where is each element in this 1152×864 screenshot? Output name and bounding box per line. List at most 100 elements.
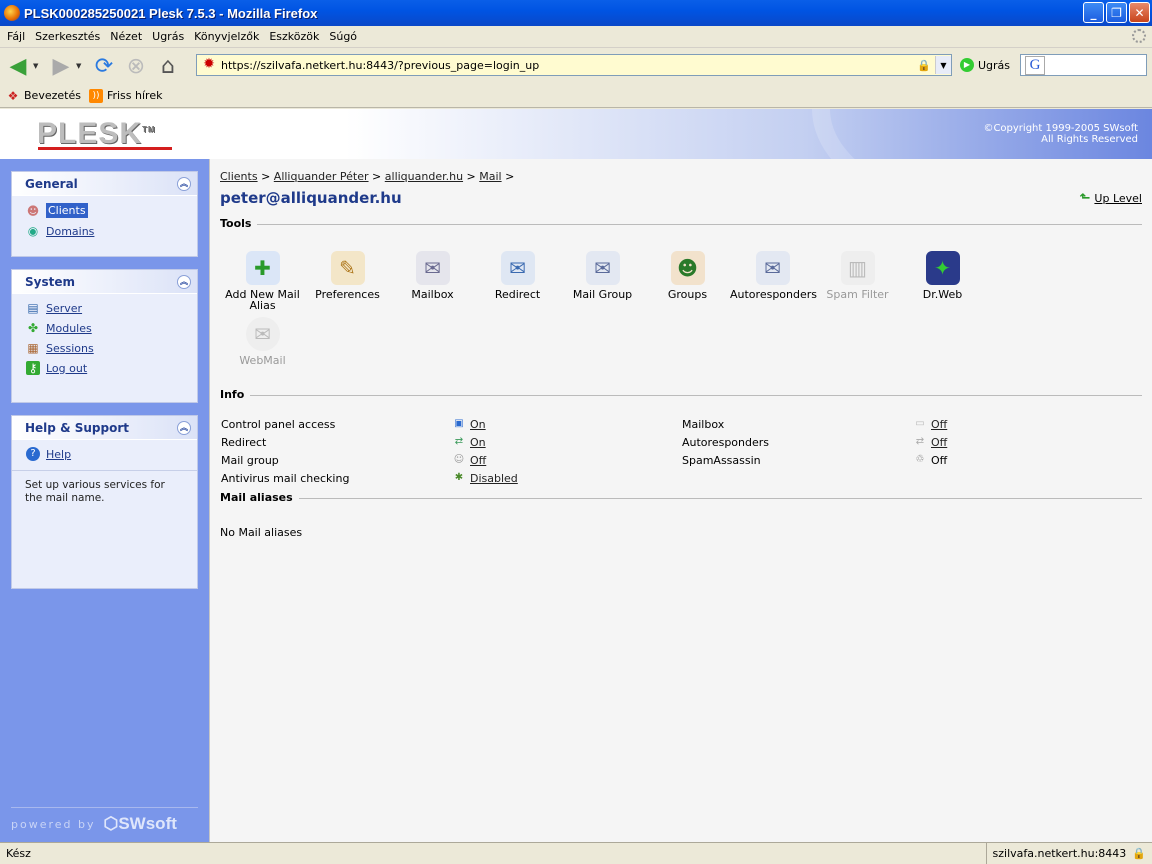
firefox-icon: ❖ bbox=[7, 88, 19, 103]
menu-file[interactable]: Fájl bbox=[2, 30, 30, 43]
bookmark-label: Bevezetés bbox=[24, 89, 81, 102]
tool-autoresponders[interactable]: ✉ Autoresponders bbox=[730, 251, 817, 300]
info-value[interactable]: ▭ Off bbox=[913, 417, 947, 431]
autoresponders-icon: ⇄ bbox=[915, 436, 925, 447]
webmail-icon: ✉ bbox=[245, 317, 280, 351]
back-icon[interactable]: ◀ bbox=[4, 52, 32, 80]
drweb-icon: ✦ bbox=[925, 251, 960, 285]
tool-mail-group[interactable]: ✉ Mail Group bbox=[560, 251, 645, 300]
tool-redirect[interactable]: ✉ Redirect bbox=[475, 251, 560, 300]
sidebar-item-server[interactable]: ▤ Server bbox=[12, 298, 197, 318]
menu-go[interactable]: Ugrás bbox=[147, 30, 189, 43]
help-icon: ? bbox=[26, 447, 40, 461]
add-alias-icon: ✚ bbox=[245, 251, 280, 285]
reload-icon[interactable]: ⟳ bbox=[90, 52, 118, 80]
throbber-icon bbox=[1132, 29, 1146, 43]
info-label: Mail group bbox=[221, 454, 279, 467]
minimize-button[interactable]: _ bbox=[1083, 2, 1104, 23]
mailbox-icon: ✉ bbox=[415, 251, 450, 285]
info-value[interactable]: ▣ On bbox=[452, 417, 485, 431]
tool-groups[interactable]: ☻ Groups bbox=[645, 251, 730, 300]
back-dropdown-icon[interactable]: ▼ bbox=[33, 62, 43, 70]
sidebar-item-modules[interactable]: ✤ Modules bbox=[12, 318, 197, 338]
up-level-button[interactable]: ⬑ Up Level bbox=[1080, 191, 1142, 206]
sidebar-item-clients[interactable]: ☻ Clients bbox=[12, 200, 197, 221]
tool-preferences[interactable]: ✎ Preferences bbox=[305, 251, 390, 300]
site-icon: ✹ bbox=[203, 56, 215, 72]
info-section: Info bbox=[220, 388, 1142, 401]
forward-icon[interactable]: ▶ bbox=[47, 52, 75, 80]
google-icon[interactable]: G bbox=[1025, 55, 1045, 75]
window-titlebar: PLSK000285250021 Plesk 7.5.3 - Mozilla F… bbox=[0, 0, 1152, 26]
breadcrumb-client[interactable]: Alliquander Péter bbox=[274, 170, 369, 183]
autoresponders-icon: ✉ bbox=[755, 251, 790, 285]
tool-drweb[interactable]: ✦ Dr.Web bbox=[900, 251, 985, 300]
panel-title: General bbox=[25, 176, 78, 191]
search-input[interactable]: G bbox=[1020, 54, 1147, 76]
collapse-icon[interactable]: ︽ bbox=[177, 274, 191, 289]
stop-icon[interactable]: ⊗ bbox=[122, 52, 150, 80]
domains-icon: ◉ bbox=[27, 224, 39, 238]
sidebar-item-sessions[interactable]: ▦ Sessions bbox=[12, 338, 197, 358]
info-value[interactable]: ⇄ On bbox=[452, 435, 486, 449]
up-arrow-icon: ⬑ bbox=[1079, 191, 1091, 206]
close-button[interactable]: ✕ bbox=[1129, 2, 1150, 23]
groups-icon: ☻ bbox=[670, 251, 705, 285]
url-dropdown-icon[interactable]: ▼ bbox=[935, 56, 951, 74]
info-value[interactable]: ⇄ Off bbox=[913, 435, 947, 449]
address-bar[interactable]: ✹ https://szilvafa.netkert.hu:8443/?prev… bbox=[196, 54, 952, 76]
info-label: Antivirus mail checking bbox=[221, 472, 350, 485]
logo-underline bbox=[38, 147, 172, 150]
tool-mailbox[interactable]: ✉ Mailbox bbox=[390, 251, 475, 300]
panel-title: System bbox=[25, 274, 75, 289]
panel-title: Help & Support bbox=[25, 420, 129, 435]
info-label: SpamAssassin bbox=[682, 454, 761, 467]
bookmarks-toolbar: ❖ Bevezetés )) Friss hírek bbox=[0, 84, 1152, 108]
system-panel: System ︽ ▤ Server ✤ Modules ▦ Sessions ⚷ Log … bbox=[11, 269, 198, 403]
sidebar-item-domains[interactable]: ◉ Domains bbox=[12, 221, 197, 241]
help-panel: Help & Support ︽ ? Help Set up various ser… bbox=[11, 415, 198, 589]
info-value[interactable]: ☺ Off bbox=[452, 453, 486, 467]
help-text: Set up various services for the mail nam… bbox=[12, 470, 197, 513]
collapse-icon[interactable]: ︽ bbox=[177, 420, 191, 435]
menu-view[interactable]: Nézet bbox=[105, 30, 147, 43]
menu-edit[interactable]: Szerkesztés bbox=[30, 30, 105, 43]
lock-icon[interactable]: 🔒 bbox=[1132, 847, 1146, 860]
clients-icon: ☻ bbox=[26, 203, 40, 218]
menu-tools[interactable]: Eszközök bbox=[264, 30, 324, 43]
sidebar-item-logout[interactable]: ⚷ Log out bbox=[12, 358, 197, 378]
menu-bookmarks[interactable]: Könyvjelzők bbox=[189, 30, 264, 43]
tool-spam-filter: ▥ Spam Filter bbox=[815, 251, 900, 300]
spam-filter-icon: ▥ bbox=[840, 251, 875, 285]
bookmark-bevezetes[interactable]: ❖ Bevezetés bbox=[6, 89, 81, 103]
copyright: ©Copyright 1999-2005 SWsoft All Rights R… bbox=[983, 123, 1138, 145]
redirect-icon: ✉ bbox=[500, 251, 535, 285]
forward-dropdown-icon[interactable]: ▼ bbox=[76, 62, 86, 70]
menu-help[interactable]: Súgó bbox=[324, 30, 362, 43]
window-title: PLSK000285250021 Plesk 7.5.3 - Mozilla F… bbox=[24, 5, 318, 21]
plesk-logo: PLESKTM bbox=[37, 117, 156, 150]
maximize-button[interactable]: ❐ bbox=[1106, 2, 1127, 23]
spamassassin-icon: ♲ bbox=[915, 454, 925, 465]
general-panel: General ︽ ☻ Clients ◉ Domains bbox=[11, 171, 198, 257]
rss-icon: )) bbox=[88, 88, 103, 103]
status-text: Kész bbox=[6, 847, 31, 860]
bookmark-friss-hirek[interactable]: )) Friss hírek bbox=[88, 88, 162, 103]
go-button[interactable]: ▶ Ugrás bbox=[960, 58, 1010, 72]
plesk-header: PLESKTM ©Copyright 1999-2005 SWsoft All … bbox=[0, 109, 1152, 159]
tools-section: Tools bbox=[220, 217, 1142, 230]
collapse-icon[interactable]: ︽ bbox=[177, 176, 191, 191]
tool-add-mail-alias[interactable]: ✚ Add New Mail Alias bbox=[220, 251, 305, 311]
breadcrumb-mail[interactable]: Mail bbox=[479, 170, 501, 183]
info-label: Redirect bbox=[221, 436, 267, 449]
breadcrumb-domain[interactable]: alliquander.hu bbox=[385, 170, 463, 183]
lock-icon[interactable]: 🔒 bbox=[917, 59, 931, 72]
redirect-icon: ⇄ bbox=[454, 436, 464, 447]
sidebar-item-help[interactable]: ? Help bbox=[12, 444, 197, 464]
info-value[interactable]: ✱ Disabled bbox=[452, 471, 518, 485]
url-text[interactable]: https://szilvafa.netkert.hu:8443/?previo… bbox=[221, 59, 917, 72]
status-bar: Kész szilvafa.netkert.hu:8443 🔒 bbox=[0, 842, 1152, 864]
sidebar: General ︽ ☻ Clients ◉ Domains System ︽ ▤ Serv… bbox=[0, 159, 209, 842]
home-icon[interactable]: ⌂ bbox=[154, 52, 182, 80]
breadcrumb-clients[interactable]: Clients bbox=[220, 170, 258, 183]
